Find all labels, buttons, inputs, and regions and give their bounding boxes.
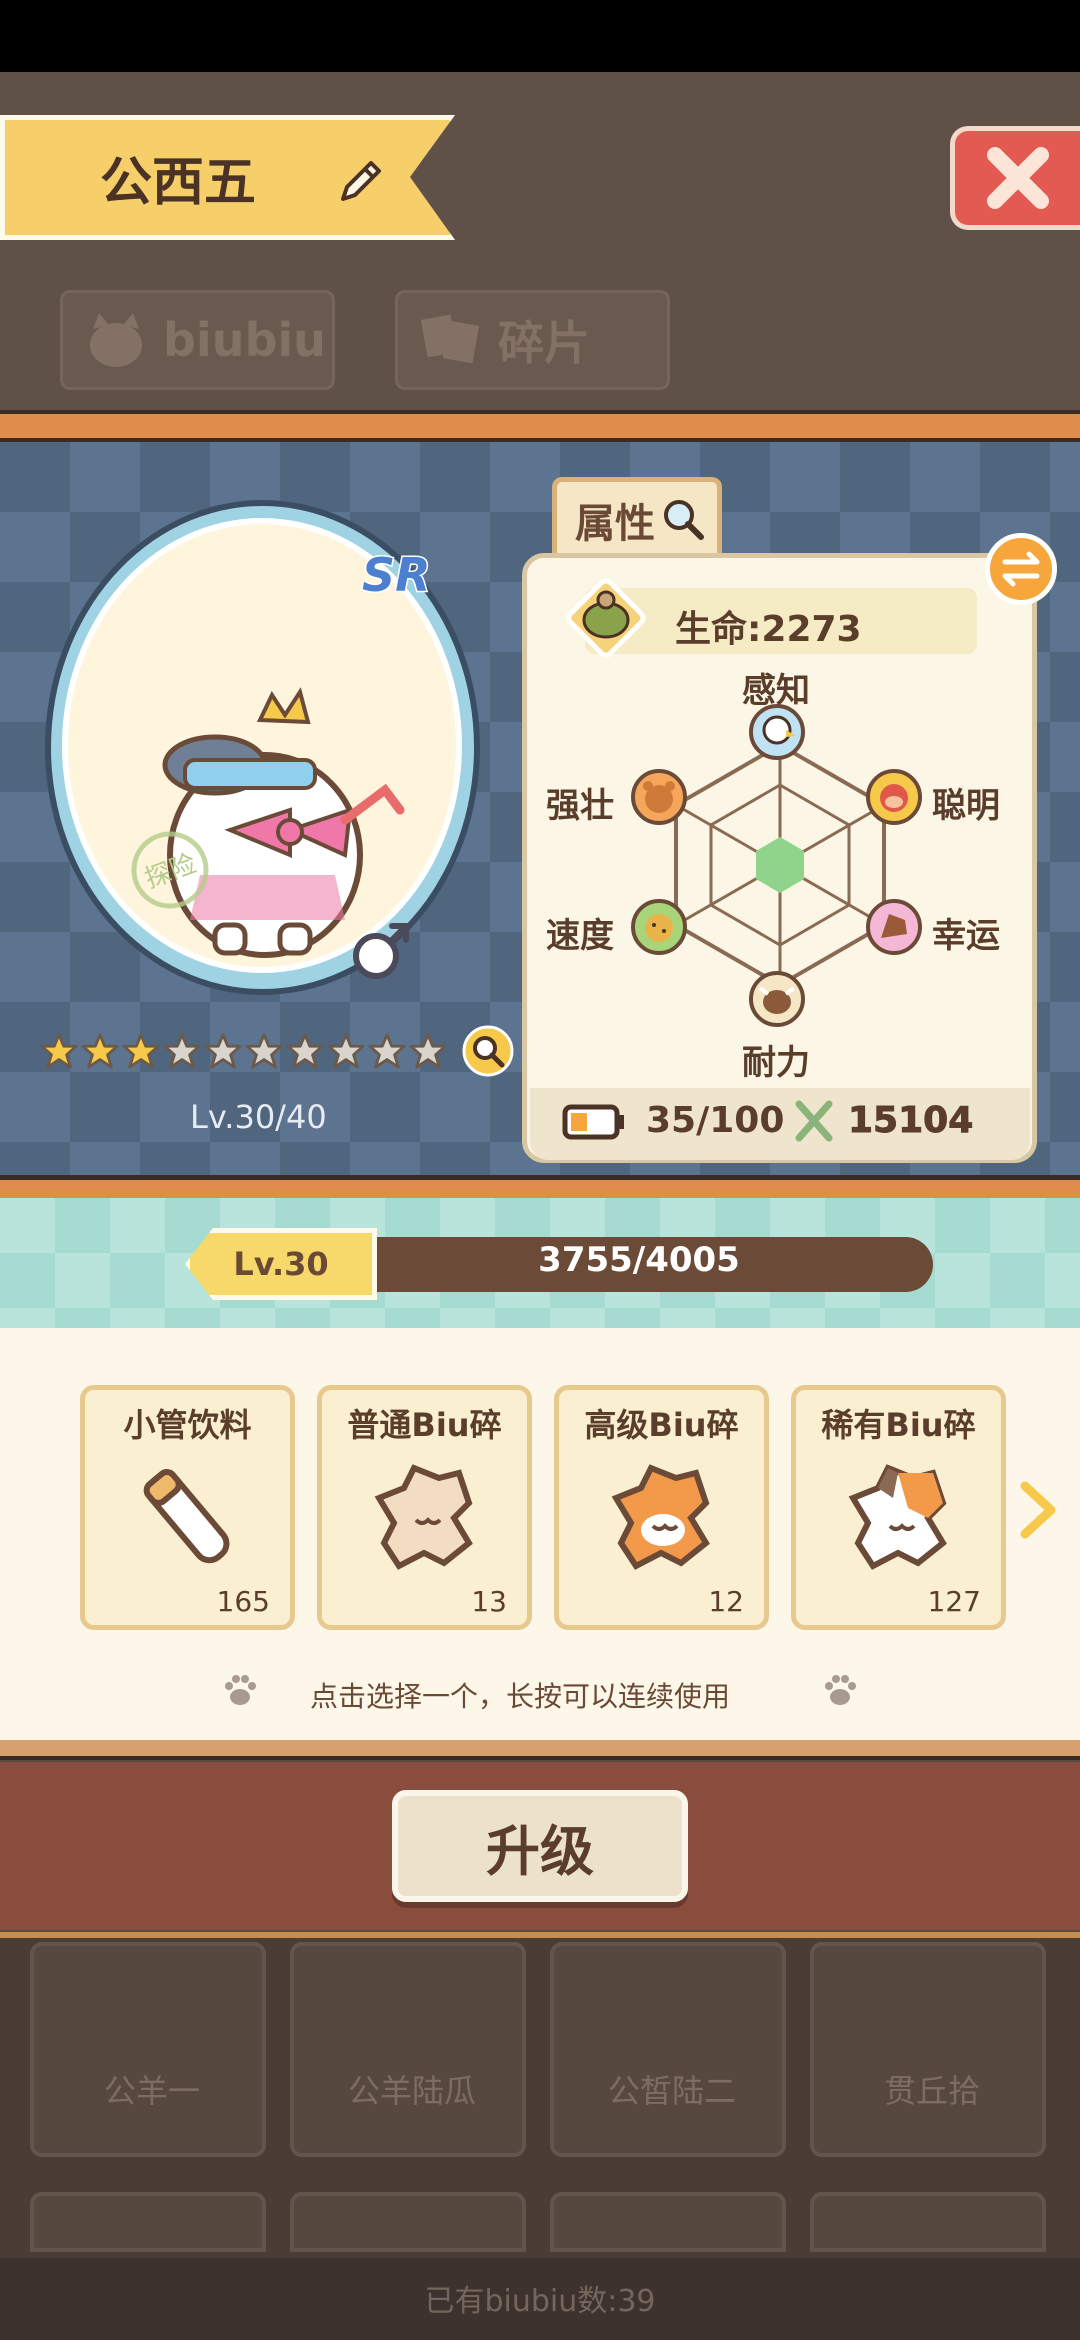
star-empty-icon — [327, 1033, 365, 1069]
item-count: 127 — [927, 1585, 981, 1618]
tab-fragments-label: 碎片 — [498, 316, 590, 370]
roster-name: 贯丘拾 — [883, 2072, 980, 2110]
owned-count: 已有biubiu数:39 — [424, 2284, 656, 2319]
roster-card[interactable]: 公羊一 — [30, 1942, 266, 2157]
item-name: 高级Biu碎 — [584, 1406, 739, 1444]
magnifier-icon — [664, 499, 704, 540]
header-divider — [0, 410, 1080, 442]
rare-fragment-icon — [848, 1464, 947, 1570]
combat-power-value: 15104 — [847, 1100, 974, 1142]
close-button[interactable] — [950, 126, 1080, 230]
level-cap-text: Lv.30/40 — [190, 1098, 327, 1136]
stat-luck: 幸运 — [932, 916, 1000, 956]
attributes-tab-label: 属性 — [575, 500, 655, 547]
stat-endurance: 耐力 — [742, 1043, 810, 1083]
section-divider — [0, 1175, 1080, 1199]
star-filled-icon — [122, 1033, 160, 1069]
monkey-icon — [866, 769, 922, 825]
star-rating — [40, 1032, 447, 1070]
usage-hint: 点击选择一个，长按可以连续使用 — [310, 1680, 731, 1713]
section-divider — [0, 1740, 1080, 1760]
roster-name: 公羊陆瓜 — [347, 2072, 476, 2110]
current-level-tag: Lv.30 — [185, 1228, 377, 1300]
character-name: 公西五 — [100, 153, 257, 213]
rarity-badge: SR — [361, 547, 433, 604]
bear-icon — [631, 769, 687, 825]
advanced-fragment-icon — [611, 1464, 710, 1570]
edit-pencil-icon[interactable] — [335, 155, 387, 207]
stat-perception: 感知 — [742, 671, 810, 711]
star-empty-icon — [163, 1033, 201, 1069]
item-count: 12 — [708, 1585, 744, 1618]
star-empty-icon — [245, 1033, 283, 1069]
swap-arrows-icon — [1002, 551, 1040, 587]
roster-card[interactable] — [290, 2192, 526, 2252]
horse-icon — [866, 899, 922, 955]
tab-biubiu-label: biubiu — [163, 313, 326, 367]
stat-speed: 速度 — [546, 916, 614, 956]
roster-card[interactable] — [810, 2192, 1046, 2252]
xp-progress-text: 3755/4005 — [538, 1240, 740, 1280]
status-bar — [0, 0, 1080, 72]
hp-value: 生命:2273 — [675, 609, 862, 650]
attributes-tab[interactable]: 属性 — [552, 477, 722, 557]
paw-icon — [825, 1675, 856, 1705]
tab-fragments[interactable]: 碎片 — [395, 290, 670, 390]
turtle-icon — [566, 578, 646, 658]
ox-icon — [749, 971, 805, 1027]
magnifier-icon[interactable] — [462, 1025, 514, 1077]
close-icon — [986, 147, 1049, 209]
fragments-icon — [420, 314, 480, 364]
item-count: 165 — [216, 1585, 270, 1618]
upgrade-label: 升级 — [486, 1819, 594, 1883]
star-empty-icon — [286, 1033, 324, 1069]
chevron-right-icon[interactable] — [1015, 1480, 1061, 1540]
cat-icon — [90, 313, 142, 367]
roster-card[interactable]: 公皙陆二 — [550, 1942, 786, 2157]
star-filled-icon — [40, 1033, 78, 1069]
roster-name: 公皙陆二 — [607, 2072, 736, 2110]
item-name: 小管饮料 — [123, 1406, 252, 1444]
swap-button[interactable] — [985, 533, 1057, 605]
stamina-value: 35/100 — [646, 1100, 785, 1141]
item-name: 普通Biu碎 — [347, 1406, 502, 1444]
tab-biubiu[interactable]: biubiu — [60, 290, 335, 390]
leopard-icon — [631, 899, 687, 955]
roster-name: 公羊一 — [103, 2072, 200, 2110]
crossed-swords-icon — [795, 1100, 833, 1142]
item-count: 13 — [471, 1585, 507, 1618]
roster-card[interactable] — [550, 2192, 786, 2252]
upgrade-button[interactable]: 升级 — [392, 1790, 688, 1902]
roster-card[interactable] — [30, 2192, 266, 2252]
roster-card[interactable]: 公羊陆瓜 — [290, 1942, 526, 2157]
battery-icon — [562, 1104, 624, 1140]
star-empty-icon — [204, 1033, 242, 1069]
star-empty-icon — [368, 1033, 406, 1069]
current-level: Lv.30 — [233, 1245, 329, 1283]
star-filled-icon — [81, 1033, 119, 1069]
roster-card[interactable]: 贯丘拾 — [810, 1942, 1046, 2157]
common-fragment-icon — [374, 1464, 473, 1570]
stat-smart: 聪明 — [932, 786, 1000, 826]
stat-strong: 强壮 — [546, 786, 614, 826]
star-empty-icon — [409, 1033, 447, 1069]
male-gender-icon — [353, 923, 409, 979]
drink-tube-icon — [143, 1469, 230, 1564]
item-name: 稀有Biu碎 — [821, 1406, 976, 1444]
paw-icon — [225, 1675, 256, 1705]
